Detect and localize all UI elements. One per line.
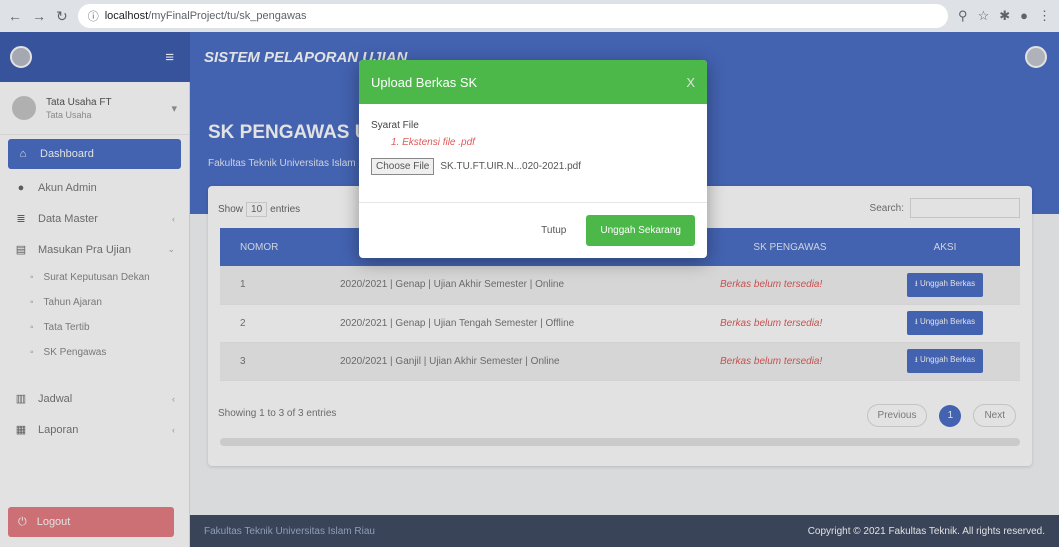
zoom-icon[interactable]: ⚲ xyxy=(958,8,968,24)
modal-title: Upload Berkas SK xyxy=(371,74,478,90)
menu-kebab-icon[interactable]: ⋮ xyxy=(1038,8,1051,24)
address-bar[interactable]: ⓘ localhost/myFinalProject/tu/sk_pengawa… xyxy=(77,4,949,28)
back-icon[interactable]: ← xyxy=(8,8,22,24)
browser-toolbar: ← → ↻ ⓘ localhost/myFinalProject/tu/sk_p… xyxy=(0,0,1059,32)
star-icon[interactable]: ☆ xyxy=(978,8,990,24)
url-host: localhost xyxy=(104,10,149,22)
extension-icon[interactable]: ✱ xyxy=(999,8,1010,24)
close-icon[interactable]: X xyxy=(686,75,695,90)
upload-now-button[interactable]: Unggah Sekarang xyxy=(586,215,695,246)
reload-icon[interactable]: ↻ xyxy=(56,8,68,25)
profile-icon[interactable]: ● xyxy=(1020,8,1028,24)
file-requirement-note: 1. Ekstensi file .pdf xyxy=(391,137,475,148)
url-path: /myFinalProject/tu/sk_pengawas xyxy=(148,10,307,22)
upload-modal: Upload Berkas SK X Syarat File 1. Eksten… xyxy=(359,60,707,258)
modal-footer: Tutup Unggah Sekarang xyxy=(359,202,707,258)
file-input[interactable]: Choose File SK.TU.FT.UIR.N...020-2021.pd… xyxy=(371,158,695,175)
modal-header: Upload Berkas SK X xyxy=(359,60,707,104)
info-icon: ⓘ xyxy=(87,11,99,23)
choose-file-button[interactable]: Choose File xyxy=(371,158,435,175)
forward-icon[interactable]: → xyxy=(32,8,46,24)
modal-body: Syarat File 1. Ekstensi file .pdf Choose… xyxy=(359,104,707,175)
selected-file-name: SK.TU.FT.UIR.N...020-2021.pdf xyxy=(440,161,581,172)
close-button[interactable]: Tutup xyxy=(541,225,566,236)
file-requirements-label: Syarat File xyxy=(371,120,419,131)
